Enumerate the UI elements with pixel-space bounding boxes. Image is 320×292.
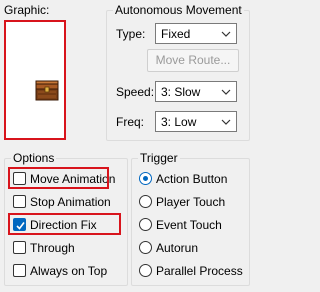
radio-circle[interactable] [139,264,152,277]
chevron-down-icon [221,119,231,125]
chevron-down-icon [221,89,231,95]
graphic-label: Graphic: [4,3,50,17]
trigger-player-touch-radio[interactable]: Player Touch [139,193,247,211]
trigger-parallel-process-radio[interactable]: Parallel Process [139,262,247,280]
through-checkbox[interactable]: Through [13,239,93,257]
move-route-button[interactable]: Move Route... [147,49,239,72]
trigger-autorun-radio[interactable]: Autorun [139,239,247,257]
radio-circle[interactable] [139,172,152,185]
chest-icon [35,80,59,101]
trigger-event-touch-radio[interactable]: Event Touch [139,216,247,234]
autonomous-movement-title: Autonomous Movement [113,3,244,17]
type-label: Type: [116,27,146,41]
radio-circle[interactable] [139,195,152,208]
radio-circle[interactable] [139,218,152,231]
options-title: Options [11,151,57,165]
checkbox-box[interactable] [13,241,26,254]
direction-fix-highlight [8,213,121,235]
checkbox-label: Always on Top [30,264,108,278]
trigger-title: Trigger [138,151,180,165]
radio-label: Parallel Process [156,264,243,278]
trigger-action-button-radio[interactable]: Action Button [139,170,247,188]
type-value: Fixed [161,27,191,41]
always-on-top-checkbox[interactable]: Always on Top [13,262,123,280]
speed-value: 3: Slow [161,85,201,99]
radio-label: Event Touch [156,218,222,232]
checkbox-box[interactable] [13,195,26,208]
radio-circle[interactable] [139,241,152,254]
type-select[interactable]: Fixed [155,23,237,44]
freq-label: Freq: [116,115,145,129]
radio-label: Autorun [156,241,199,255]
freq-select[interactable]: 3: Low [155,111,237,132]
checkbox-label: Stop Animation [30,195,111,209]
graphic-preview[interactable] [4,20,66,140]
freq-value: 3: Low [161,115,197,129]
radio-label: Action Button [156,172,228,186]
checkbox-label: Through [30,241,75,255]
speed-select[interactable]: 3: Slow [155,81,237,102]
move-animation-highlight [8,167,109,189]
chevron-down-icon [221,31,231,37]
speed-label: Speed: [116,85,155,99]
stop-animation-checkbox[interactable]: Stop Animation [13,193,123,211]
checkbox-box[interactable] [13,264,26,277]
radio-label: Player Touch [156,195,226,209]
